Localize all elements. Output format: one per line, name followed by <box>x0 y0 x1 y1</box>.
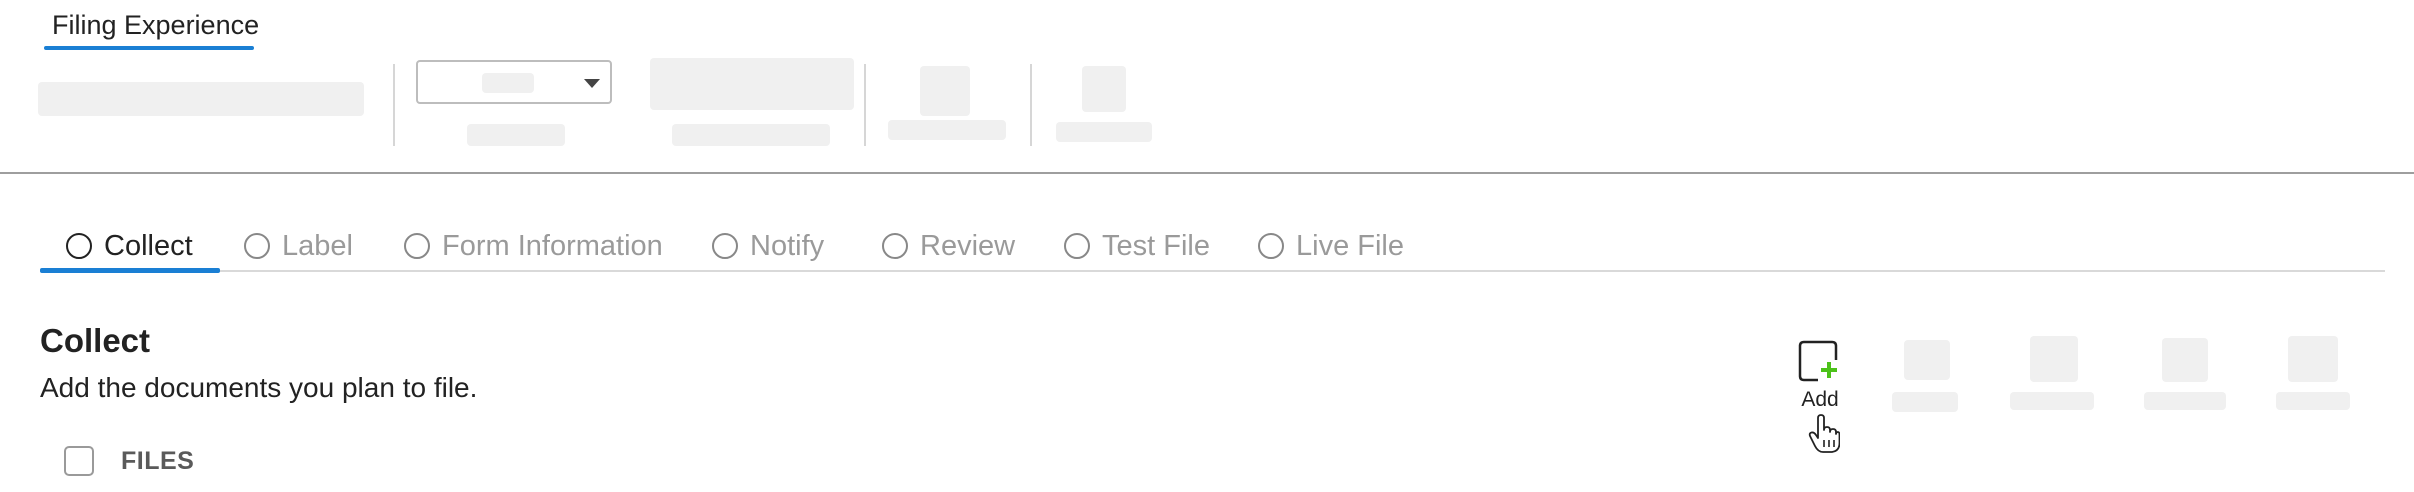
step-radio-icon <box>882 233 908 259</box>
add-button[interactable]: Add <box>1790 338 1850 418</box>
toolbar-caption-placeholder-3 <box>888 120 1006 140</box>
toolbar-icon-placeholder-3 <box>920 66 970 116</box>
section-title: Collect <box>40 322 151 359</box>
action-icon-placeholder <box>2288 336 2338 382</box>
tab-filing-experience[interactable]: Filing Experience <box>52 10 259 41</box>
step-radio-icon <box>712 233 738 259</box>
step-label: Label <box>282 229 353 262</box>
action-label-placeholder <box>2010 392 2094 410</box>
step-label: Collect <box>104 229 193 262</box>
step-radio-icon <box>1258 233 1284 259</box>
step-test-file[interactable]: Test File <box>1064 226 1210 266</box>
dropdown-value-placeholder <box>482 73 534 93</box>
step-form-information[interactable]: Form Information <box>404 226 663 266</box>
action-label-placeholder <box>1892 392 1958 412</box>
step-label: Live File <box>1296 229 1404 262</box>
step-radio-icon <box>404 233 430 259</box>
toolbar-divider <box>393 64 395 146</box>
toolbar-divider <box>864 64 866 146</box>
dropdown-caption-placeholder <box>467 124 565 146</box>
header-divider <box>0 172 2414 174</box>
toolbar-caption-placeholder-2 <box>672 124 830 146</box>
step-collect[interactable]: Collect <box>66 226 193 266</box>
select-all-files-checkbox[interactable] <box>64 446 94 476</box>
step-notify[interactable]: Notify <box>712 226 824 266</box>
toolbar-caption-placeholder-4 <box>1056 122 1152 142</box>
toolbar-divider <box>1030 64 1032 146</box>
step-radio-icon <box>1064 233 1090 259</box>
action-icon-placeholder <box>2162 338 2208 382</box>
action-label-placeholder <box>2276 392 2350 410</box>
step-label: Form Information <box>442 229 663 262</box>
action-label-placeholder <box>2144 392 2226 410</box>
step-label[interactable]: Label <box>244 226 353 266</box>
hand-cursor-icon <box>1808 414 1840 453</box>
action-icon-placeholder <box>1904 340 1950 380</box>
toolbar-icon-placeholder-4 <box>1082 66 1126 112</box>
toolbar-placeholder-1 <box>38 82 364 116</box>
section-description: Add the documents you plan to file. <box>40 372 478 403</box>
step-live-file[interactable]: Live File <box>1258 226 1404 266</box>
add-document-icon <box>1798 340 1838 382</box>
action-icon-placeholder <box>2030 336 2078 382</box>
step-radio-icon <box>244 233 270 259</box>
chevron-down-icon <box>584 79 600 88</box>
step-label: Review <box>920 229 1016 262</box>
step-label: Test File <box>1102 229 1210 262</box>
files-column-header: FILES <box>121 447 195 475</box>
step-active-indicator <box>40 268 220 273</box>
tab-active-indicator <box>44 46 254 50</box>
step-label: Notify <box>750 229 825 262</box>
toolbar-dropdown[interactable] <box>416 60 612 104</box>
steps-divider <box>40 270 2385 272</box>
add-button-label: Add <box>1801 388 1839 411</box>
step-review[interactable]: Review <box>882 226 1015 266</box>
step-radio-icon <box>66 233 92 259</box>
toolbar-placeholder-2 <box>650 58 854 110</box>
